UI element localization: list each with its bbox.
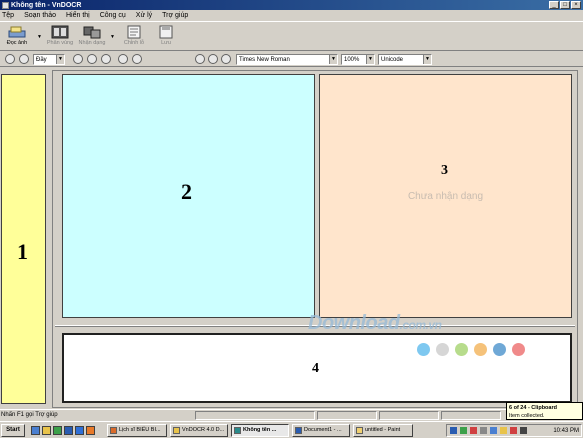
tray-icon[interactable]	[460, 427, 467, 434]
clipboard-tooltip[interactable]: 6 of 24 - Clipboard Item collected.	[506, 402, 583, 420]
panel-3-label: 3	[441, 163, 448, 178]
firefox-icon[interactable]	[86, 425, 95, 435]
start-button[interactable]: Start	[1, 423, 25, 437]
status-cell	[379, 410, 439, 420]
save-button[interactable]: Lưu	[153, 25, 179, 46]
status-text: Nhấn F1 gọi Trợ giúp	[1, 412, 58, 418]
recognize-button[interactable]: Nhận dạng	[79, 25, 105, 46]
taskbar-item-active[interactable]: Không tên ...	[231, 423, 289, 437]
main-toolbar: Đọc ảnh ▼ Phân vùng Nhận dạng ▼ Chỉnh lỗ	[0, 21, 583, 51]
status-cell	[195, 410, 315, 420]
taskbar-item[interactable]: untitled - Paint	[353, 423, 413, 437]
window-title: Không tên - VnDOCR	[11, 1, 82, 9]
taskbar: Start Lịch sĩ BIỂU BI... VnDOCR 4.0 D...…	[0, 421, 583, 438]
close-button[interactable]: ×	[571, 1, 581, 9]
rotate-right-icon[interactable]	[87, 54, 97, 64]
save-icon	[159, 25, 173, 39]
region-tool-icon[interactable]	[132, 54, 142, 64]
folder-icon	[173, 426, 180, 434]
ie-icon[interactable]	[75, 425, 84, 435]
scanner-icon	[8, 26, 26, 38]
title-bar: Không tên - VnDOCR _ □ ×	[0, 0, 583, 10]
menu-edit[interactable]: Soạn thảo	[24, 12, 56, 19]
watermark-dot	[455, 343, 468, 356]
taskbar-item[interactable]: Lịch sĩ BIỂU BI...	[107, 423, 167, 437]
app-icon	[2, 1, 9, 9]
excel-icon[interactable]	[53, 425, 62, 435]
taskbar-item[interactable]: Document1 - ...	[292, 423, 350, 437]
edit-button[interactable]: Chỉnh lỗ	[121, 25, 147, 46]
format-toolbar: Đầy ▼ Times New Roman ▼ 100% ▼ Unicode ▼	[0, 52, 583, 67]
tray-icon[interactable]	[480, 427, 487, 434]
edit-document-icon	[127, 25, 141, 39]
menu-view[interactable]: Hiển thị	[66, 12, 90, 19]
cut-icon[interactable]	[195, 54, 205, 64]
watermark-dot	[474, 343, 487, 356]
app-icon	[110, 426, 117, 434]
chevron-down-icon: ▼	[366, 55, 374, 64]
desktop-icon[interactable]	[31, 425, 40, 435]
tray-icon[interactable]	[450, 427, 457, 434]
read-image-button[interactable]: Đọc ảnh	[4, 25, 30, 46]
status-bar: Nhấn F1 gọi Trợ giúp	[0, 409, 583, 420]
app-icon	[234, 426, 241, 434]
thumbnail-panel[interactable]: 1	[1, 74, 46, 404]
clock: 10:43 PM	[553, 427, 579, 434]
panel-2-label: 2	[181, 179, 192, 204]
taskbar-item[interactable]: VnDOCR 4.0 D...	[170, 423, 228, 437]
watermark-dot	[493, 343, 506, 356]
system-tray: 10:43 PM	[446, 424, 582, 437]
word-icon	[295, 426, 302, 434]
tray-icon[interactable]	[510, 427, 517, 434]
select-tool-icon[interactable]	[118, 54, 128, 64]
folder-icon[interactable]	[42, 425, 51, 435]
quick-launch	[31, 425, 95, 435]
analyze-button[interactable]: Phân vùng	[47, 25, 73, 46]
status-cell	[317, 410, 377, 420]
encoding-select[interactable]: Unicode ▼	[378, 54, 432, 65]
zoom-select[interactable]: 100% ▼	[341, 54, 375, 65]
read-image-dropdown-icon[interactable]: ▼	[37, 34, 42, 40]
image-panel[interactable]: 2	[62, 74, 315, 318]
watermark-logo: Download.com.vn	[308, 312, 442, 334]
font-select[interactable]: Times New Roman ▼	[236, 54, 338, 65]
word-icon[interactable]	[64, 425, 73, 435]
status-cell	[441, 410, 501, 420]
maximize-button[interactable]: □	[560, 1, 570, 9]
copy-icon[interactable]	[208, 54, 218, 64]
watermark-dot	[436, 343, 449, 356]
chevron-down-icon: ▼	[56, 55, 64, 64]
chevron-down-icon: ▼	[423, 55, 431, 64]
recognize-icon	[83, 26, 101, 39]
layout-grid-icon	[51, 25, 69, 39]
menu-file[interactable]: Tệp	[2, 12, 14, 19]
menu-tools[interactable]: Công cụ	[100, 12, 126, 19]
not-recognized-text: Chưa nhận dạng	[407, 191, 484, 202]
deskew-icon[interactable]	[101, 54, 111, 64]
rotate-left-icon[interactable]	[73, 54, 83, 64]
watermark-dots	[417, 343, 525, 356]
tray-icon[interactable]	[500, 427, 507, 434]
watermark-dot	[512, 343, 525, 356]
result-panel[interactable]: 3 Chưa nhận dạng	[319, 74, 572, 318]
tray-icon[interactable]	[490, 427, 497, 434]
panel-1-label: 1	[17, 239, 28, 264]
fit-select[interactable]: Đầy ▼	[33, 54, 65, 65]
tray-icon[interactable]	[470, 427, 477, 434]
watermark-dot	[417, 343, 430, 356]
menu-process[interactable]: Xử lý	[136, 12, 152, 19]
chevron-down-icon: ▼	[329, 55, 337, 64]
tray-icon[interactable]	[520, 427, 527, 434]
menu-bar: Tệp Soạn thảo Hiển thị Công cụ Xử lý Trợ…	[0, 10, 583, 21]
paint-icon	[356, 426, 363, 434]
paste-icon[interactable]	[221, 54, 231, 64]
panel-4-label: 4	[312, 361, 319, 376]
zoom-out-icon[interactable]	[19, 54, 29, 64]
minimize-button[interactable]: _	[549, 1, 559, 9]
menu-help[interactable]: Trợ giúp	[162, 12, 188, 19]
recognize-dropdown-icon[interactable]: ▼	[110, 34, 115, 40]
zoom-in-icon[interactable]	[5, 54, 15, 64]
